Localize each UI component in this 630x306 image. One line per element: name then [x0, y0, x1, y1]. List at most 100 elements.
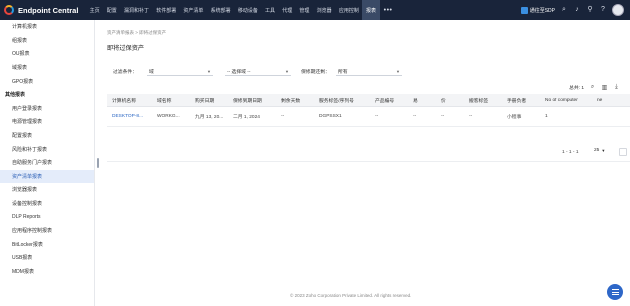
- nav-item[interactable]: 移动设备: [234, 0, 261, 20]
- table-cell: WORKG...: [157, 114, 180, 119]
- pager-button[interactable]: [619, 148, 627, 156]
- column-header[interactable]: 域名称: [152, 97, 190, 104]
- sidebar-item[interactable]: 组报表: [0, 34, 94, 48]
- search-icon[interactable]: ⌕: [589, 84, 596, 91]
- sidebar-item[interactable]: MDM报表: [0, 265, 94, 279]
- nav-item[interactable]: 系统部署: [207, 0, 234, 20]
- table-cell: 九月 13, 20...: [195, 115, 224, 120]
- search-icon[interactable]: ⌕: [560, 6, 568, 14]
- sdp-link[interactable]: 通往至SDP: [520, 6, 555, 14]
- column-header[interactable]: 服务标签/序列号: [314, 97, 370, 104]
- sidebar-group-label: 其他报表: [5, 92, 26, 99]
- sidebar-item[interactable]: 配置报表: [0, 129, 94, 143]
- table-cell: DGPSSX1: [319, 114, 342, 119]
- column-header[interactable]: 手册负者: [502, 97, 540, 104]
- column-header[interactable]: 剩余天数: [276, 97, 314, 104]
- nav-item[interactable]: 漏洞和补丁: [120, 0, 152, 20]
- table-row[interactable]: DESKTOP-8... WORKG... 九月 13, 20... 二月 1, 20…: [107, 107, 630, 127]
- page-size-value: 25: [594, 148, 600, 153]
- nav-item[interactable]: 主页: [86, 0, 103, 20]
- column-header[interactable]: 购买日期: [190, 97, 228, 104]
- nav-item[interactable]: 资产清单: [180, 0, 207, 20]
- column-header[interactable]: 易: [408, 97, 436, 104]
- sidebar-item[interactable]: 域报表: [0, 61, 94, 75]
- page-title: 即将过保资产: [107, 45, 145, 52]
- sidebar-collapse-handle[interactable]: [97, 158, 99, 168]
- filter-label: 过滤条件：: [113, 70, 137, 75]
- total-count: 总共: 1: [569, 86, 584, 91]
- bell-icon[interactable]: ♪: [573, 6, 581, 14]
- table-cell: --: [281, 114, 285, 119]
- nav-item[interactable]: 软件部署: [153, 0, 180, 20]
- filter-type-value: 域: [149, 69, 154, 75]
- sidebar-item[interactable]: 风险和补丁报表: [0, 142, 94, 156]
- sidebar: 计算机报表 组报表 OU报表 域报表 GPO报表其他报表用户登录报表 电源管理报表 配置报表…: [0, 20, 95, 306]
- nav-item[interactable]: 代理: [279, 0, 296, 20]
- menu-icon-line: [611, 291, 619, 293]
- export-icon[interactable]: ⤓: [613, 84, 620, 91]
- domain-select-value: -- 选择域 --: [227, 69, 251, 75]
- nav-item[interactable]: 管理: [296, 0, 313, 20]
- filter-type-select[interactable]: 域 ▼: [147, 67, 213, 76]
- column-header[interactable]: 价: [436, 97, 464, 104]
- page-size-select[interactable]: 25 ▼: [594, 148, 605, 153]
- sidebar-item[interactable]: USB报表: [0, 251, 94, 265]
- nav-item[interactable]: 配置: [103, 0, 120, 20]
- sidebar-item[interactable]: BitLocker报表: [0, 238, 94, 252]
- warranty-label: 保修期还剩：: [301, 70, 330, 75]
- sidebar-item[interactable]: 自助服务门户报表: [0, 156, 94, 170]
- table-cell: 小程事: [507, 115, 522, 120]
- sidebar-item[interactable]: OU报表: [0, 47, 94, 61]
- column-header[interactable]: 保修到期日期: [228, 97, 276, 104]
- nav-item[interactable]: 浏览器: [313, 0, 335, 20]
- sidebar-item[interactable]: DLP Reports: [0, 210, 94, 224]
- table-body: DESKTOP-8... WORKG... 九月 13, 20... 二月 1, 20…: [107, 107, 630, 127]
- nav-item[interactable]: 工具: [261, 0, 278, 20]
- sidebar-item[interactable]: 电源管理报表: [0, 115, 94, 129]
- table-cell: --: [375, 114, 379, 119]
- help-icon[interactable]: ?: [599, 6, 607, 14]
- logo-icon: [4, 5, 14, 15]
- sidebar-item[interactable]: 资产清单报表: [0, 169, 94, 184]
- pager-range: 1 - 1 - 1: [562, 150, 579, 155]
- column-header[interactable]: No of computer: [540, 98, 592, 103]
- user-settings-icon[interactable]: ⚲: [586, 6, 594, 14]
- sdp-label: 通往至SDP: [529, 7, 555, 14]
- chevron-down-icon: ▼: [285, 69, 289, 74]
- column-header[interactable]: ne: [592, 98, 610, 103]
- domain-select[interactable]: -- 选择域 -- ▼: [225, 67, 291, 76]
- avatar[interactable]: [612, 4, 624, 16]
- table-cell: 二月 1, 2024: [233, 115, 260, 120]
- sidebar-item[interactable]: 用户登录报表: [0, 102, 94, 116]
- menu-icon-line: [611, 293, 619, 295]
- top-right-actions: 通往至SDP ⌕ ♪ ⚲ ?: [520, 0, 624, 20]
- sidebar-item[interactable]: 计算机报表: [0, 20, 94, 34]
- app-logo[interactable]: Endpoint Central: [0, 5, 86, 15]
- sdp-icon: [520, 6, 528, 14]
- menu-icon-line: [611, 289, 619, 291]
- computer-name-link[interactable]: DESKTOP-8...: [107, 114, 152, 119]
- sidebar-item[interactable]: 浏览器报表: [0, 183, 94, 197]
- column-header[interactable]: 产品编号: [370, 97, 408, 104]
- table-cell: --: [441, 114, 445, 119]
- table-cell: 1: [545, 114, 548, 119]
- sidebar-item[interactable]: 应用程序控制报表: [0, 224, 94, 238]
- sidebar-item[interactable]: 设备控制报表: [0, 197, 94, 211]
- nav-item[interactable]: 应用控制: [335, 0, 362, 20]
- columns-icon[interactable]: ▥: [601, 84, 608, 91]
- chevron-down-icon: ▼: [601, 148, 606, 153]
- footer-copyright: © 2023 Zoho Corporation Private Limited.…: [290, 293, 412, 298]
- breadcrumb[interactable]: 资产清单报表 > 即将过保资产: [107, 30, 166, 36]
- top-navigation-bar: Endpoint Central 主页 配置 漏洞和补丁 软件部署 资产清单 系统部署 移动…: [0, 0, 630, 20]
- chevron-down-icon: ▼: [396, 69, 400, 74]
- column-header[interactable]: 搬客标签: [464, 97, 502, 104]
- report-table: 计算机名称 域名称 购买日期 保修到期日期 剩余天数 服务标签/序列号 产品编号易价搬客标签…: [107, 94, 630, 127]
- menu-fab-button[interactable]: [607, 284, 623, 300]
- more-icon[interactable]: •••: [380, 7, 397, 14]
- warranty-select[interactable]: 所有 ▼: [336, 67, 402, 76]
- main-content: 资产清单报表 > 即将过保资产 即将过保资产 过滤条件： 域 ▼ -- 选择域 …: [100, 20, 630, 306]
- sidebar-item[interactable]: GPO报表: [0, 74, 94, 88]
- nav-item[interactable]: 报表: [362, 0, 380, 20]
- table-cell: --: [469, 114, 473, 119]
- column-header[interactable]: 计算机名称: [107, 97, 152, 104]
